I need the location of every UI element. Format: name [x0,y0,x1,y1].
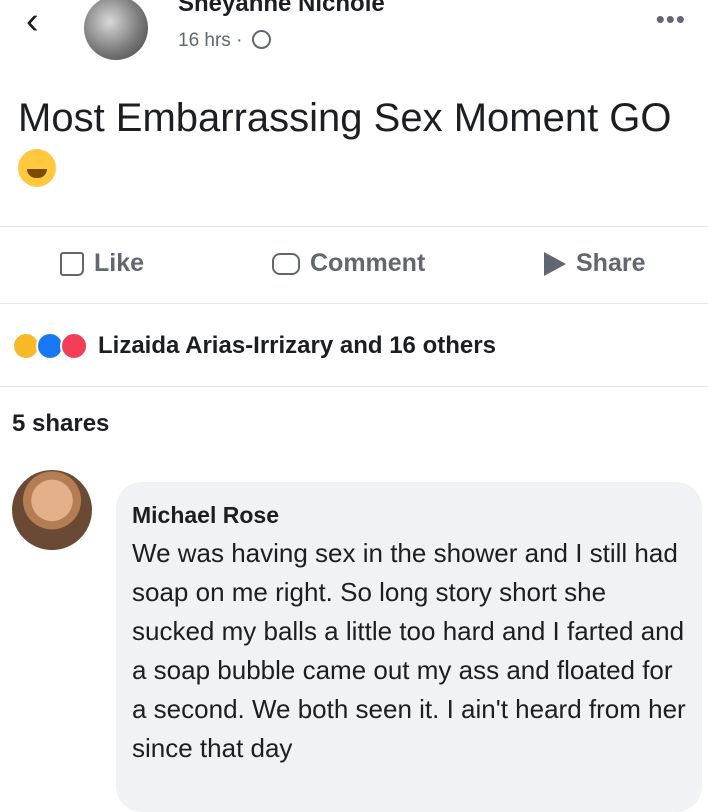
laughing-emoji-icon [18,149,56,187]
commenter-name[interactable]: Michael Rose [132,502,279,529]
thumbs-up-icon [60,251,84,276]
comment-bubble: Michael Rose We was having sex in the sh… [116,482,702,812]
author-avatar[interactable] [84,0,148,60]
like-button[interactable]: Like [60,249,144,278]
post-header: ‹ Sheyanne Nichole 16 hrs · ••• [0,0,708,78]
reactions-text: Lizaida Arias-Irrizary and 16 others [98,332,496,359]
action-bar: Like Comment Share [0,226,708,304]
love-reaction-icon [60,332,88,360]
post-text: Most Embarrassing Sex Moment GO [18,92,698,196]
shares-count[interactable]: 5 shares [12,410,109,438]
post-meta: 16 hrs · [178,30,271,52]
globe-icon [251,30,271,49]
divider [0,386,708,387]
meta-separator: · [236,30,243,51]
post-text-content: Most Embarrassing Sex Moment GO [18,96,672,140]
commenter-avatar[interactable] [12,470,92,550]
comment-button[interactable]: Comment [272,249,425,278]
share-arrow-icon [544,251,566,276]
like-label: Like [94,249,145,277]
share-button[interactable]: Share [544,249,645,278]
comment-bubble-icon [272,252,300,275]
reactions-summary[interactable]: Lizaida Arias-Irrizary and 16 others [12,330,496,362]
more-options-icon[interactable]: ••• [656,4,686,35]
back-icon[interactable]: ‹ [26,2,39,40]
comment-text: We was having sex in the shower and I st… [132,538,686,763]
comment-label: Comment [310,249,426,277]
post-time: 16 hrs [178,30,231,51]
share-label: Share [576,249,646,277]
author-name[interactable]: Sheyanne Nichole [178,0,385,18]
